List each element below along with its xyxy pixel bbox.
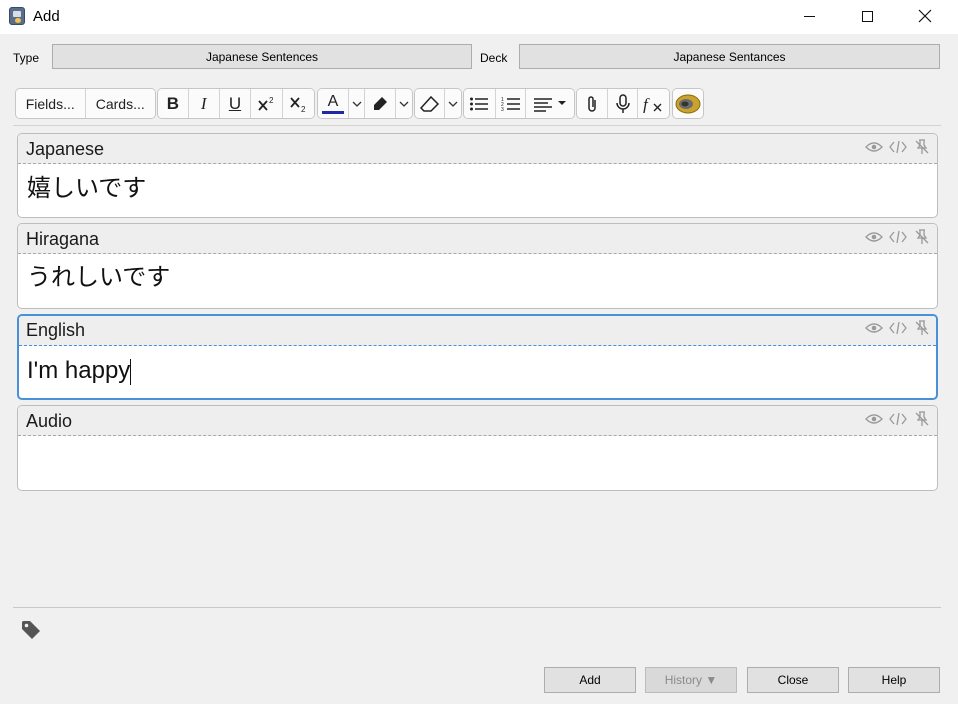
fields-cards-group: Fields... Cards... (15, 88, 156, 119)
alignment-button[interactable] (526, 89, 574, 118)
numbered-list-button[interactable]: 123 (495, 89, 527, 118)
chevron-down-icon (399, 101, 409, 107)
deck-label: Deck (480, 51, 508, 65)
eraser-icon (419, 95, 439, 112)
app-icon (9, 7, 25, 25)
html-editor-icon[interactable] (889, 319, 907, 337)
field-header: Hiragana (18, 224, 937, 254)
microphone-icon (615, 93, 630, 113)
window-title: Add (33, 8, 60, 25)
eye-icon[interactable] (865, 228, 883, 246)
math-button[interactable]: f (638, 89, 669, 118)
field-content[interactable]: I'm happy (19, 346, 936, 398)
subscript-icon: 2 (289, 96, 306, 113)
toolbar-separator (13, 125, 941, 126)
highlighter-icon (374, 96, 387, 110)
highlight-button[interactable] (365, 89, 396, 118)
text-caret (130, 358, 132, 385)
field-label: English (26, 320, 86, 340)
text-color-button[interactable]: A (318, 89, 349, 118)
text-format-group: B I U 2 2 (157, 88, 315, 119)
pin-icon[interactable] (913, 410, 931, 428)
subscript-button[interactable]: 2 (283, 89, 314, 118)
chevron-down-icon (448, 101, 458, 107)
html-editor-icon[interactable] (889, 410, 907, 428)
function-icon: f (643, 95, 662, 113)
attach-button[interactable] (577, 89, 608, 118)
fields-button[interactable]: Fields... (16, 89, 86, 118)
field-header: Japanese (18, 134, 937, 164)
maximize-button[interactable] (838, 0, 896, 32)
pin-icon[interactable] (913, 228, 931, 246)
bullet-list-icon (470, 97, 489, 110)
field-header: English (19, 316, 936, 346)
svg-text:2: 2 (269, 96, 274, 105)
media-group: f (576, 88, 670, 119)
deck-chooser[interactable]: Japanese Sentances (519, 44, 940, 69)
pin-icon[interactable] (913, 319, 931, 337)
field-label: Hiragana (26, 229, 100, 249)
paperclip-icon (588, 95, 596, 112)
tags-separator (13, 607, 941, 608)
html-editor-icon[interactable] (889, 228, 907, 246)
field-hiragana[interactable]: Hiragana うれしいです (17, 223, 938, 309)
numbered-list-icon: 123 (501, 97, 520, 112)
clear-format-button[interactable] (415, 89, 446, 118)
text-color-dropdown[interactable] (349, 89, 365, 118)
underline-button[interactable]: U (219, 89, 252, 118)
maximize-icon (861, 10, 873, 22)
title-bar: Add (0, 0, 958, 34)
close-window-button[interactable] (896, 0, 954, 32)
clear-format-dropdown[interactable] (445, 89, 461, 118)
field-content[interactable]: うれしいです (18, 254, 937, 306)
bullet-list-button[interactable] (464, 89, 496, 118)
superscript-icon: 2 (258, 96, 274, 111)
history-button[interactable]: History ▼ (645, 667, 737, 693)
color-group: A (317, 88, 413, 119)
close-icon (918, 9, 932, 23)
field-label: Japanese (26, 139, 105, 159)
field-japanese[interactable]: Japanese 嬉しいです (17, 133, 938, 218)
field-audio[interactable]: Audio (17, 405, 938, 491)
bold-button[interactable]: B (158, 89, 189, 118)
highlight-dropdown[interactable] (396, 89, 412, 118)
field-label: Audio (26, 411, 73, 431)
close-button[interactable]: Close (747, 667, 839, 693)
eraser-group (414, 88, 462, 119)
type-label: Type (13, 51, 40, 65)
cards-button[interactable]: Cards... (85, 89, 155, 118)
help-button[interactable]: Help (848, 667, 940, 693)
field-text: I'm happy (27, 357, 131, 384)
minimize-icon (803, 15, 815, 17)
minimize-button[interactable] (780, 0, 838, 32)
align-icon (534, 97, 567, 112)
svg-text:f: f (643, 95, 650, 113)
add-button[interactable]: Add (544, 667, 636, 693)
svg-text:3: 3 (501, 107, 504, 112)
field-header: Audio (18, 406, 937, 436)
text-color-swatch (322, 110, 344, 114)
eye-icon[interactable] (865, 319, 883, 337)
field-english[interactable]: English I'm happy (17, 314, 938, 400)
chevron-down-icon (352, 101, 361, 107)
addon-group (672, 88, 704, 119)
svg-text:2: 2 (301, 105, 306, 113)
text-color-letter: A (327, 92, 339, 110)
superscript-button[interactable]: 2 (251, 89, 284, 118)
italic-button[interactable]: I (188, 89, 220, 118)
list-group: 123 (463, 88, 575, 119)
tag-icon[interactable] (20, 619, 42, 641)
speaker-addon-button[interactable] (673, 89, 703, 118)
field-content[interactable] (18, 436, 937, 488)
speaker-icon (675, 94, 701, 113)
note-type-chooser[interactable]: Japanese Sentences (52, 44, 472, 69)
record-audio-button[interactable] (607, 89, 639, 118)
field-content[interactable]: 嬉しいです (18, 164, 937, 216)
eye-icon[interactable] (865, 410, 883, 428)
pin-icon[interactable] (913, 138, 931, 156)
html-editor-icon[interactable] (889, 138, 907, 156)
eye-icon[interactable] (865, 138, 883, 156)
